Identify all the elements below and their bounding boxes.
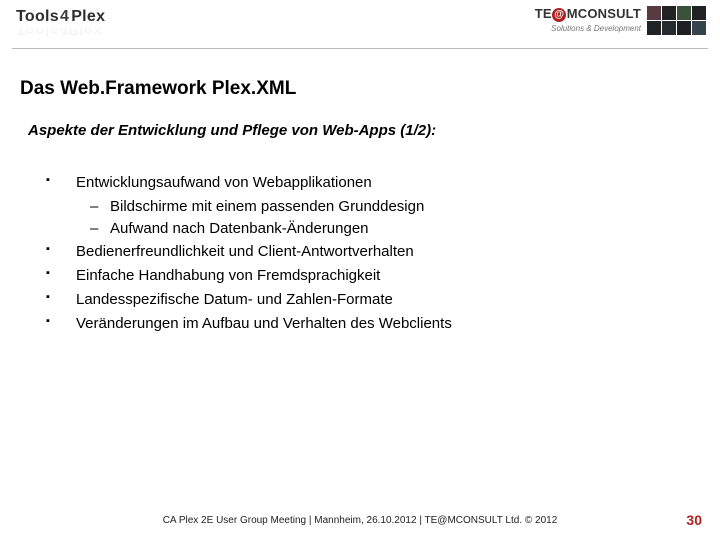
slide-footer: CA Plex 2E User Group Meeting | Mannheim… [0,515,720,526]
logo-mosaic-icon [647,6,706,35]
list-item: Einfache Handhabung von Fremdsprachigkei… [46,265,680,287]
logo-part-te: TE [535,6,552,21]
list-item-text: Entwicklungsaufwand von Webapplikationen [76,174,372,191]
list-item: Aufwand nach Datenbank-Änderungen [76,218,680,240]
list-item-text: Landesspezifische Datum- und Zahlen-Form… [76,291,393,308]
logo-teamconsult-sub: Solutions & Development [551,24,641,33]
logo-teamconsult-main: TE@MCONSULT [535,6,641,23]
logo-tools4plex: Tools 4 Plex Tools 4 Plex [16,8,105,42]
at-icon: @ [552,8,566,22]
bullet-list: Entwicklungsaufwand von Webapplikationen… [46,172,680,334]
list-item-text: Bildschirme mit einem passenden Grunddes… [110,198,424,215]
slide-title: Das Web.Framework Plex.XML [20,78,296,100]
list-item-text: Einfache Handhabung von Fremdsprachigkei… [76,267,380,284]
slide-subtitle: Aspekte der Entwicklung und Pflege von W… [28,122,436,139]
logo-teamconsult: TE@MCONSULT Solutions & Development [535,6,706,35]
list-item: Landesspezifische Datum- und Zahlen-Form… [46,289,680,311]
page-number: 30 [686,512,702,528]
list-item-text: Aufwand nach Datenbank-Änderungen [110,220,369,237]
header-divider [12,48,708,49]
sub-bullet-list: Bildschirme mit einem passenden Grunddes… [76,196,680,240]
list-item-text: Bedienerfreundlichkeit und Client-Antwor… [76,243,414,260]
list-item: Entwicklungsaufwand von Webapplikationen… [46,172,680,239]
slide: Tools 4 Plex Tools 4 Plex TE@MCONSULT So… [0,0,720,540]
logo-part-mconsult: MCONSULT [567,6,641,21]
slide-body: Entwicklungsaufwand von Webapplikationen… [46,172,680,336]
list-item: Veränderungen im Aufbau und Verhalten de… [46,313,680,335]
list-item: Bedienerfreundlichkeit und Client-Antwor… [46,241,680,263]
list-item-text: Veränderungen im Aufbau und Verhalten de… [76,315,452,332]
logo-teamconsult-text: TE@MCONSULT Solutions & Development [535,6,641,33]
list-item: Bildschirme mit einem passenden Grunddes… [76,196,680,218]
logo-tools4plex-reflection: Tools 4 Plex [16,24,105,37]
